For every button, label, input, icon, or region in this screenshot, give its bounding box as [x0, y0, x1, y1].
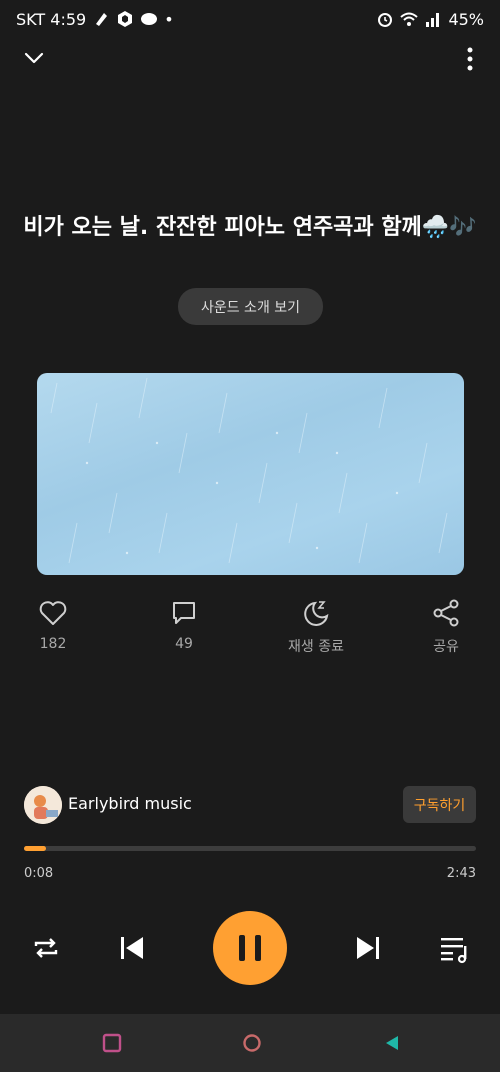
home-button[interactable] — [241, 1032, 263, 1054]
repeat-button[interactable] — [30, 932, 62, 964]
repeat-icon — [34, 938, 58, 958]
track-title: 비가 오는 날. 잔잔한 피아노 연주곡과 함께🌧️🎶 — [23, 215, 477, 240]
next-button[interactable] — [352, 932, 384, 964]
sleep-timer-action[interactable]: 재생 종료 — [266, 598, 366, 656]
share-icon — [433, 599, 459, 627]
sound-intro-button[interactable]: 사운드 소개 보기 — [178, 288, 323, 325]
playback-controls — [0, 908, 500, 988]
carrier-time: SKT 4:59 — [16, 9, 87, 29]
playlist-icon — [441, 938, 467, 964]
wifi-icon — [400, 10, 419, 28]
total-time: 2:43 — [446, 866, 476, 881]
sleep-timer-label: 재생 종료 — [288, 639, 344, 655]
artist-avatar[interactable] — [24, 786, 62, 824]
status-right: 45% — [376, 10, 484, 29]
progress-bar[interactable] — [24, 846, 476, 851]
avatar-illustration — [24, 786, 62, 824]
skip-previous-icon — [121, 937, 143, 959]
battery-level: 45% — [448, 9, 484, 29]
share-action[interactable]: 공유 — [396, 598, 496, 656]
sleep-timer-icon — [304, 601, 329, 626]
comment-icon — [173, 602, 195, 624]
back-icon — [386, 1036, 398, 1050]
status-left: SKT 4:59 • — [16, 10, 174, 29]
box-icon — [116, 10, 134, 28]
progress-fill — [24, 846, 47, 851]
pause-icon — [239, 935, 261, 961]
comment-action[interactable]: 49 — [134, 598, 234, 652]
alarm-icon — [376, 10, 394, 28]
elapsed-time: 0:08 — [24, 866, 54, 881]
share-label: 공유 — [433, 639, 459, 655]
more-vertical-icon — [467, 47, 473, 71]
like-count: 182 — [39, 636, 67, 652]
like-action[interactable]: 182 — [3, 598, 103, 652]
comment-count: 49 — [175, 636, 193, 652]
status-dot: • — [164, 9, 174, 29]
action-bar: 182 49 재생 종료 공유 — [0, 598, 500, 658]
recent-apps-button[interactable] — [101, 1032, 123, 1054]
previous-button[interactable] — [116, 932, 148, 964]
more-options-button[interactable] — [462, 46, 478, 72]
playlist-button[interactable] — [438, 932, 470, 964]
back-button[interactable] — [381, 1032, 403, 1054]
play-pause-button[interactable] — [213, 911, 287, 985]
cloud-icon — [140, 10, 158, 28]
system-nav-bar — [0, 1014, 500, 1072]
track-artwork — [37, 373, 464, 575]
collapse-button[interactable] — [20, 46, 48, 70]
signal-icon — [424, 10, 442, 28]
skip-next-icon — [357, 937, 379, 959]
heart-icon — [39, 601, 67, 625]
rain-artwork-image — [50, 377, 448, 564]
artist-row: Earlybird music 구독하기 — [24, 786, 476, 824]
home-icon — [243, 1034, 261, 1052]
recent-apps-icon — [102, 1033, 122, 1053]
chevron-down-icon — [24, 52, 44, 64]
notification-icon — [92, 10, 110, 28]
artist-name[interactable]: Earlybird music — [68, 794, 192, 813]
subscribe-button[interactable]: 구독하기 — [403, 786, 476, 823]
status-bar: SKT 4:59 • 45% — [0, 0, 500, 38]
